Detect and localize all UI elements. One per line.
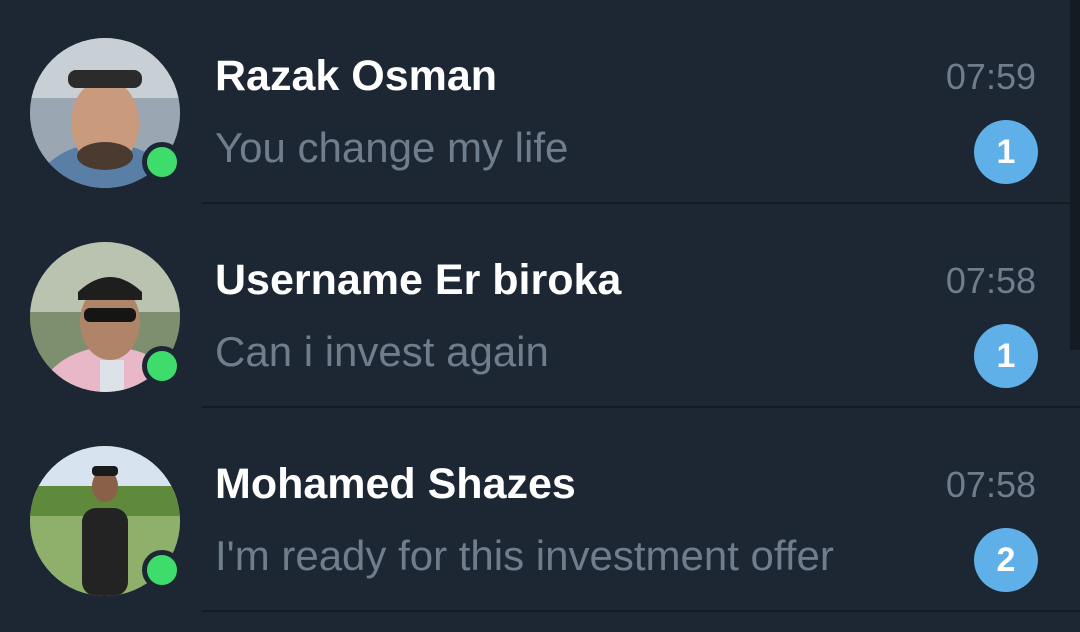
chat-time: 07:58: [945, 260, 1036, 301]
unread-badge: 1: [974, 120, 1038, 184]
chat-list: Razak Osman 07:59 You change my life 1 U…: [0, 0, 1080, 632]
chat-time: 07:59: [945, 56, 1036, 97]
chat-preview: I'm ready for this investment offer: [215, 532, 834, 579]
chat-name: Mohamed Shazes: [215, 460, 576, 508]
chat-row[interactable]: Razak Osman 07:59 You change my life 1: [0, 0, 1080, 204]
chat-preview: You change my life: [215, 124, 569, 171]
chat-time: 07:58: [945, 464, 1036, 505]
online-status-indicator: [142, 550, 182, 590]
chat-row[interactable]: Mohamed Shazes 07:58 I'm ready for this …: [0, 408, 1080, 612]
chat-row[interactable]: Username Er biroka 07:58 Can i invest ag…: [0, 204, 1080, 408]
online-status-indicator: [142, 346, 182, 386]
unread-badge: 2: [974, 528, 1038, 592]
chat-preview: Can i invest again: [215, 328, 549, 375]
row-divider: [202, 610, 1080, 612]
online-status-indicator: [142, 142, 182, 182]
unread-badge: 1: [974, 324, 1038, 388]
chat-name: Username Er biroka: [215, 256, 622, 304]
chat-name: Razak Osman: [215, 52, 498, 100]
scrollbar[interactable]: [1070, 0, 1080, 350]
